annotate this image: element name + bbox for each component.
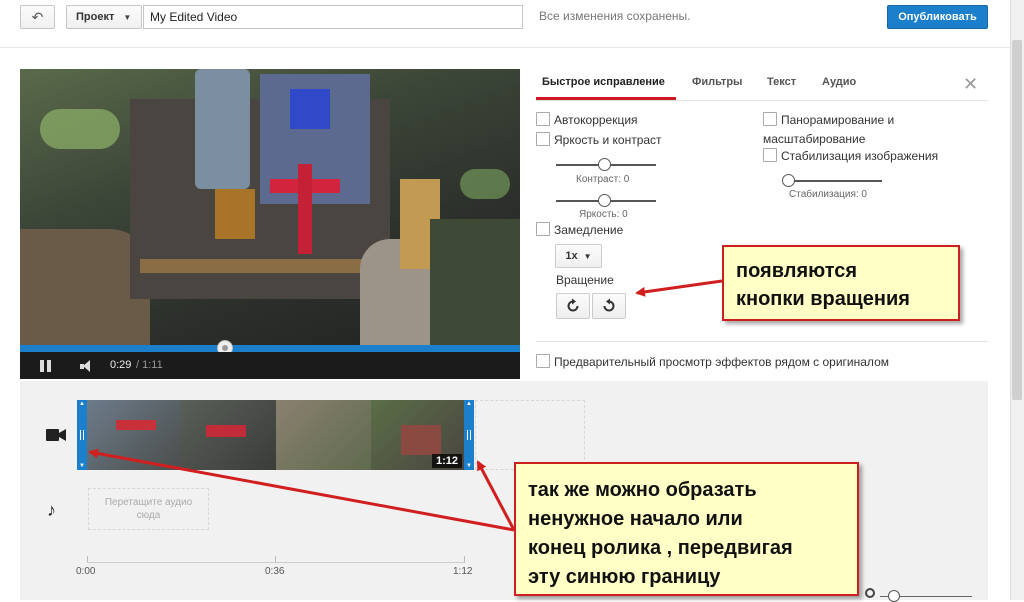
back-button[interactable]: ↶ [20,5,55,29]
time-ruler [87,562,465,563]
brightness-contrast-checkbox[interactable] [536,132,550,146]
pan-zoom-label: Панорамирование и [781,113,895,127]
caret-down-icon: ▼ [123,12,132,22]
arrow-to-rotation [635,279,723,297]
ruler-tick [275,556,276,562]
brightness-contrast-label: Яркость и контраст [554,133,662,147]
rotation-label: Вращение [556,273,614,287]
close-icon[interactable]: ✕ [963,74,978,95]
volume-icon[interactable] [80,360,92,372]
video-progress-bar[interactable] [20,345,520,352]
caret-down-icon: ▼ [583,251,592,261]
save-status-text: Все изменения сохранены. [539,9,691,23]
ruler-tick [87,556,88,562]
project-label: Проект [76,11,115,23]
speed-value: 1x [565,250,578,262]
video-clip[interactable] [86,400,464,470]
player-controls: 0:29 / 1:11 [20,352,520,379]
total-time: / 1:11 [136,359,163,371]
tabs-divider [536,100,988,101]
stabilize-slider-track[interactable] [784,180,882,182]
rotate-counterclockwise-icon [603,298,615,312]
ruler-label-mid: 0:36 [265,566,285,577]
contrast-slider-knob[interactable] [598,158,611,171]
brightness-caption: Яркость: 0 [579,209,628,220]
back-arrow-icon: ↶ [31,8,44,25]
stabilize-label: Стабилизация изображения [781,149,939,163]
autocorrect-label: Автокоррекция [554,113,638,127]
tab-audio[interactable]: Аудио [822,76,856,88]
ruler-label-end: 1:12 [453,566,473,577]
project-menu-button[interactable]: Проект ▼ [66,5,142,29]
preview-side-by-side-label: Предварительный просмотр эффектов рядом … [554,355,889,369]
empty-clip-slot [475,400,585,470]
zoom-icon [865,588,875,598]
rotate-clockwise-icon [567,298,579,312]
clip-duration-badge: 1:12 [432,454,463,468]
slowmo-checkbox[interactable] [536,222,550,236]
panel-divider [536,341,988,342]
stabilize-slider-knob[interactable] [782,174,795,187]
stabilize-caption: Стабилизация: 0 [789,189,867,200]
publish-button[interactable]: Опубликовать [887,5,988,29]
zoom-slider-knob[interactable] [888,590,900,602]
ruler-tick [464,556,465,562]
brightness-slider-knob[interactable] [598,194,611,207]
tab-text[interactable]: Текст [767,76,796,88]
pan-zoom-label-line2: масштабирование [763,132,866,146]
video-camera-icon [46,428,66,442]
rotate-right-button[interactable] [556,293,590,319]
trim-callout: так же можно образать ненужное начало ил… [514,462,859,596]
speed-dropdown[interactable]: 1x ▼ [555,244,602,268]
audio-drop-zone[interactable]: Перетащите аудио сюда [88,488,209,530]
pan-zoom-checkbox[interactable] [763,112,777,126]
rotation-callout-text: появляются кнопки вращения [736,260,910,310]
video-preview[interactable] [20,69,520,346]
trim-end-handle[interactable]: ▲ ▼ [464,400,474,470]
slowmo-label: Замедление [554,223,624,237]
pause-icon[interactable] [40,360,52,372]
ruler-label-start: 0:00 [76,566,96,577]
page-scrollbar-thumb[interactable] [1012,40,1022,400]
preview-side-by-side-checkbox[interactable] [536,354,550,368]
tab-filters[interactable]: Фильтры [692,76,742,88]
rotate-left-button[interactable] [592,293,626,319]
video-title-input[interactable] [143,5,523,29]
trim-callout-text: так же можно образать ненужное начало ил… [528,479,793,588]
tab-quick-fixes[interactable]: Быстрое исправление [542,76,665,88]
autocorrect-checkbox[interactable] [536,112,550,126]
music-note-icon: ♪ [47,500,56,520]
current-time: 0:29 [110,359,132,371]
contrast-caption: Контраст: 0 [576,174,630,185]
stabilize-checkbox[interactable] [763,148,777,162]
trim-start-handle[interactable]: ▲ ▼ [77,400,87,470]
rotation-callout: появляются кнопки вращения [722,245,960,321]
